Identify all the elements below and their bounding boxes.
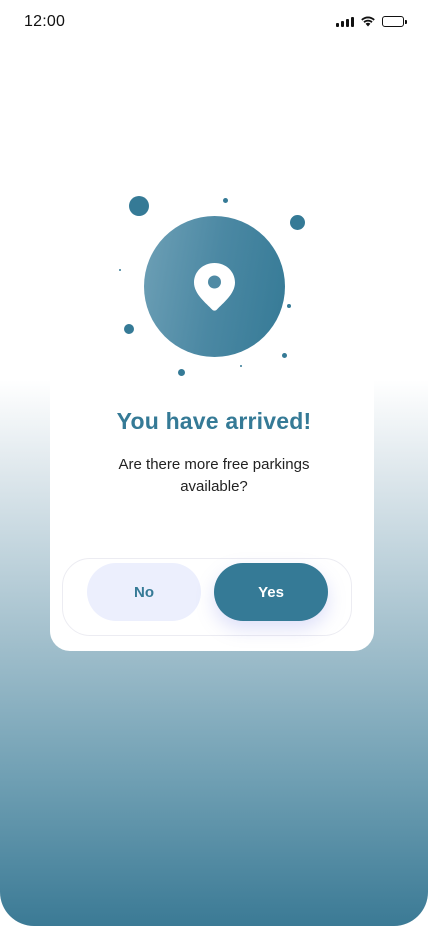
arrival-illustration (0, 0, 428, 400)
decorative-dot (129, 196, 149, 216)
no-button[interactable]: No (87, 563, 201, 621)
decorative-dot (178, 369, 185, 376)
arrival-screen: 12:00 You have arrived! Are there more f… (0, 0, 428, 926)
decorative-dot (287, 304, 291, 308)
decorative-dot (240, 365, 242, 367)
decorative-dot (124, 324, 134, 334)
dialog-message: Are there more free parkings available? (118, 456, 310, 495)
decorative-dot (290, 215, 305, 230)
decorative-dot (282, 353, 287, 358)
dialog-title: You have arrived! (116, 408, 312, 434)
location-pin-icon (194, 263, 235, 311)
decorative-dot (223, 198, 228, 203)
yes-button[interactable]: Yes (214, 563, 328, 621)
decorative-dot (119, 269, 121, 271)
location-pin-badge (144, 216, 285, 357)
answer-button-group: No Yes (62, 558, 352, 636)
